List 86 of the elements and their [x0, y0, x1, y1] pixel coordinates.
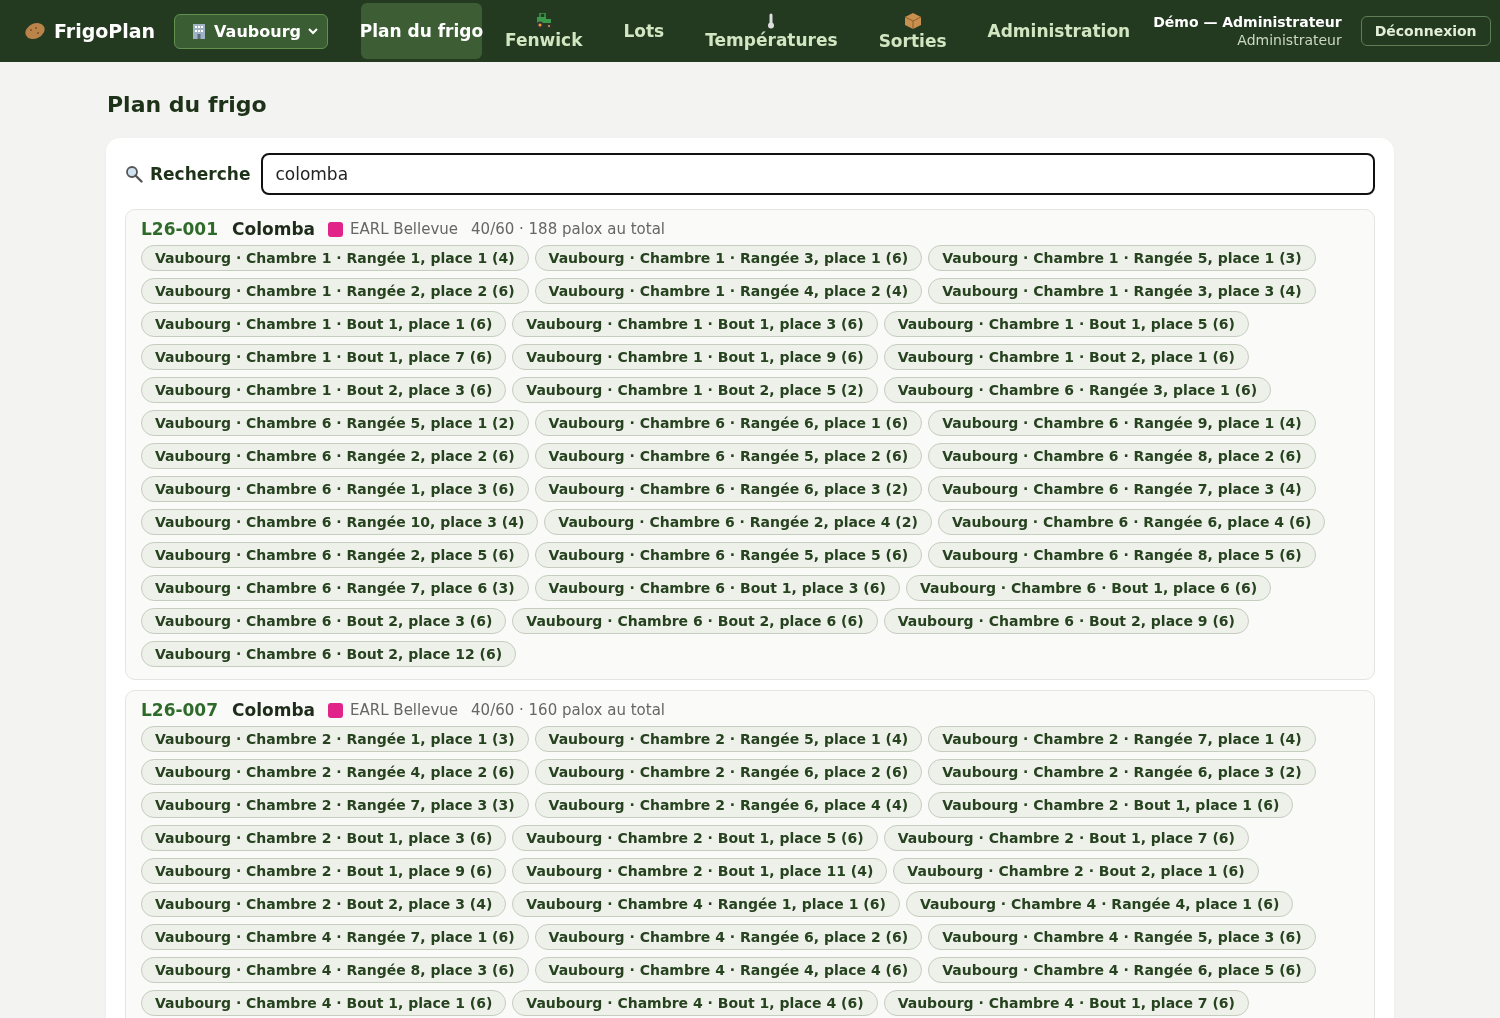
location-chip[interactable]: Vaubourg · Chambre 2 · Bout 2, place 3 (4) — [141, 891, 507, 917]
lot-code: L26-001 — [141, 219, 219, 239]
location-chip[interactable]: Vaubourg · Chambre 1 · Rangée 3, place 3 (4) — [928, 278, 1316, 304]
location-chip[interactable]: Vaubourg · Chambre 4 · Bout 1, place 7 (6) — [883, 990, 1249, 1016]
location-chip[interactable]: Vaubourg · Chambre 4 · Bout 1, place 1 (6) — [141, 990, 507, 1016]
location-chip[interactable]: Vaubourg · Chambre 1 · Bout 1, place 3 (6) — [512, 311, 878, 337]
variety-name: Colomba — [232, 700, 316, 720]
user-name: Démo — Administrateur — [1153, 14, 1342, 30]
location-chip[interactable]: Vaubourg · Chambre 2 · Rangée 6, place 4 (4) — [534, 792, 923, 818]
location-chip[interactable]: Vaubourg · Chambre 1 · Bout 1, place 1 (6) — [141, 311, 507, 337]
location-chip[interactable]: Vaubourg · Chambre 2 · Rangée 5, place 1 (4) — [534, 726, 923, 752]
location-chip[interactable]: Vaubourg · Chambre 6 · Bout 2, place 12 (6) — [141, 641, 517, 667]
location-chip[interactable]: Vaubourg · Chambre 6 · Bout 1, place 3 (6) — [534, 575, 900, 601]
location-chip[interactable]: Vaubourg · Chambre 1 · Bout 1, place 5 (6) — [883, 311, 1249, 337]
location-chip[interactable]: Vaubourg · Chambre 6 · Rangée 1, place 3 (6) — [141, 476, 529, 502]
location-chip[interactable]: Vaubourg · Chambre 6 · Rangée 9, place 1 (4) — [928, 410, 1316, 436]
grower-name: EARL Bellevue — [350, 220, 459, 238]
page-title: Plan du frigo — [107, 91, 268, 119]
location-chip[interactable]: Vaubourg · Chambre 2 · Bout 1, place 1 (6) — [928, 792, 1294, 818]
location-chip[interactable]: Vaubourg · Chambre 4 · Bout 1, place 4 (6) — [512, 990, 878, 1016]
location-chip[interactable]: Vaubourg · Chambre 6 · Rangée 6, place 4 (6) — [937, 509, 1326, 535]
location-chip[interactable]: Vaubourg · Chambre 1 · Bout 2, place 1 (6) — [883, 344, 1249, 370]
location-chip[interactable]: Vaubourg · Chambre 6 · Rangée 7, place 6 (3) — [141, 575, 529, 601]
nav-tab[interactable]: Administration — [969, 3, 1149, 59]
search-field[interactable]: colomba — [261, 153, 1375, 195]
location-chip[interactable]: Vaubourg · Chambre 6 · Rangée 5, place 1 (2) — [141, 410, 529, 436]
location-chip[interactable]: Vaubourg · Chambre 4 · Rangée 5, place 3 (6) — [928, 924, 1316, 950]
search-label: Recherche — [150, 164, 251, 184]
location-chip[interactable]: Vaubourg · Chambre 2 · Rangée 1, place 1 (3) — [141, 726, 529, 752]
location-chip[interactable]: Vaubourg · Chambre 4 · Rangée 4, place 1 (6) — [905, 891, 1294, 917]
location-chip[interactable]: Vaubourg · Chambre 1 · Rangée 3, place 1 (6) — [534, 245, 923, 271]
location-chip[interactable]: Vaubourg · Chambre 1 · Rangée 2, place 2 (6) — [141, 278, 529, 304]
location-chip[interactable]: Vaubourg · Chambre 4 · Rangée 6, place 5 (6) — [928, 957, 1316, 983]
stock-summary: 40/60 · 160 palox au total — [471, 701, 665, 719]
location-chip[interactable]: Vaubourg · Chambre 2 · Bout 1, place 11 (4) — [512, 858, 888, 884]
logout-button[interactable]: Déconnexion — [1360, 16, 1491, 46]
location-chip[interactable]: Vaubourg · Chambre 6 · Bout 2, place 6 (6) — [512, 608, 878, 634]
location-chip[interactable]: Vaubourg · Chambre 2 · Rangée 6, place 3 (2) — [928, 759, 1316, 785]
location-chip[interactable]: Vaubourg · Chambre 4 · Rangée 8, place 3 (6) — [141, 957, 529, 983]
location-chip[interactable]: Vaubourg · Chambre 4 · Rangée 1, place 1 (6) — [512, 891, 900, 917]
location-chip[interactable]: Vaubourg · Chambre 2 · Bout 1, place 9 (6) — [141, 858, 507, 884]
nav-tab[interactable]: Fenwick — [486, 3, 601, 59]
site-select[interactable]: Vaubourg — [174, 13, 328, 49]
location-chip[interactable]: Vaubourg · Chambre 1 · Bout 2, place 5 (2) — [512, 377, 878, 403]
location-chip[interactable]: Vaubourg · Chambre 2 · Bout 1, place 7 (6) — [883, 825, 1249, 851]
location-chip[interactable]: Vaubourg · Chambre 6 · Bout 2, place 3 (6) — [141, 608, 507, 634]
lot-code: L26-007 — [141, 700, 219, 720]
location-chip[interactable]: Vaubourg · Chambre 6 · Bout 2, place 9 (6) — [883, 608, 1249, 634]
location-chip[interactable]: Vaubourg · Chambre 6 · Rangée 6, place 3 (2) — [534, 476, 923, 502]
nav-tab[interactable]: Températures — [687, 3, 856, 59]
location-chip[interactable]: Vaubourg · Chambre 6 · Rangée 10, place 3 (4) — [141, 509, 539, 535]
location-chip[interactable]: Vaubourg · Chambre 2 · Bout 2, place 1 (6) — [893, 858, 1259, 884]
location-chip[interactable]: Vaubourg · Chambre 6 · Rangée 6, place 1 (6) — [534, 410, 923, 436]
location-chip[interactable]: Vaubourg · Chambre 1 · Bout 1, place 9 (6) — [512, 344, 878, 370]
user-role: Administrateur — [1237, 32, 1342, 48]
location-chip[interactable]: Vaubourg · Chambre 6 · Rangée 3, place 1 (6) — [883, 377, 1272, 403]
nav-tab[interactable]: Lots — [605, 3, 683, 59]
app-name: FrigoPlan — [54, 20, 156, 42]
location-chip[interactable]: Vaubourg · Chambre 6 · Rangée 5, place 5 (6) — [534, 542, 923, 568]
location-chip[interactable]: Vaubourg · Chambre 2 · Bout 1, place 3 (6) — [141, 825, 507, 851]
location-chip[interactable]: Vaubourg · Chambre 2 · Rangée 6, place 2 (6) — [534, 759, 923, 785]
location-chip[interactable]: Vaubourg · Chambre 6 · Rangée 7, place 3 (4) — [928, 476, 1316, 502]
location-chip[interactable]: Vaubourg · Chambre 6 · Rangée 2, place 5 (6) — [141, 542, 529, 568]
nav-tab[interactable]: Sorties — [860, 3, 965, 59]
location-chip[interactable]: Vaubourg · Chambre 1 · Rangée 1, place 1 (4) — [141, 245, 529, 271]
location-chip[interactable]: Vaubourg · Chambre 1 · Rangée 4, place 2 (4) — [534, 278, 923, 304]
location-chip[interactable]: Vaubourg · Chambre 1 · Bout 1, place 7 (6) — [141, 344, 507, 370]
variety-name: Colomba — [232, 219, 316, 239]
location-chip[interactable]: Vaubourg · Chambre 6 · Rangée 2, place 2 (6) — [141, 443, 529, 469]
stock-summary: 40/60 · 188 palox au total — [471, 220, 665, 238]
location-chip[interactable]: Vaubourg · Chambre 6 · Rangée 8, place 2 (6) — [928, 443, 1316, 469]
location-chip[interactable]: Vaubourg · Chambre 2 · Bout 1, place 5 (6) — [512, 825, 878, 851]
location-chip[interactable]: Vaubourg · Chambre 4 · Rangée 4, place 4 (6) — [534, 957, 923, 983]
location-chip[interactable]: Vaubourg · Chambre 6 · Bout 1, place 6 (6) — [905, 575, 1272, 601]
grower-name: EARL Bellevue — [350, 701, 459, 719]
location-chip[interactable]: Vaubourg · Chambre 1 · Bout 2, place 3 (6) — [141, 377, 507, 403]
location-chip[interactable]: Vaubourg · Chambre 4 · Rangée 6, place 2 (6) — [534, 924, 923, 950]
location-chip[interactable]: Vaubourg · Chambre 6 · Rangée 5, place 2 (6) — [534, 443, 923, 469]
location-chip[interactable]: Vaubourg · Chambre 6 · Rangée 8, place 5 (6) — [928, 542, 1316, 568]
location-chip[interactable]: Vaubourg · Chambre 4 · Rangée 7, place 1 (6) — [141, 924, 529, 950]
location-chip[interactable]: Vaubourg · Chambre 2 · Rangée 7, place 1 (4) — [928, 726, 1316, 752]
nav-tab[interactable]: Plan du frigo — [360, 3, 482, 59]
location-chip[interactable]: Vaubourg · Chambre 6 · Rangée 2, place 4 (2) — [544, 509, 932, 535]
location-chip[interactable]: Vaubourg · Chambre 2 · Rangée 4, place 2 (6) — [141, 759, 529, 785]
location-chip[interactable]: Vaubourg · Chambre 1 · Rangée 5, place 1 (3) — [928, 245, 1316, 271]
location-chip[interactable]: Vaubourg · Chambre 2 · Rangée 7, place 3 (3) — [141, 792, 529, 818]
